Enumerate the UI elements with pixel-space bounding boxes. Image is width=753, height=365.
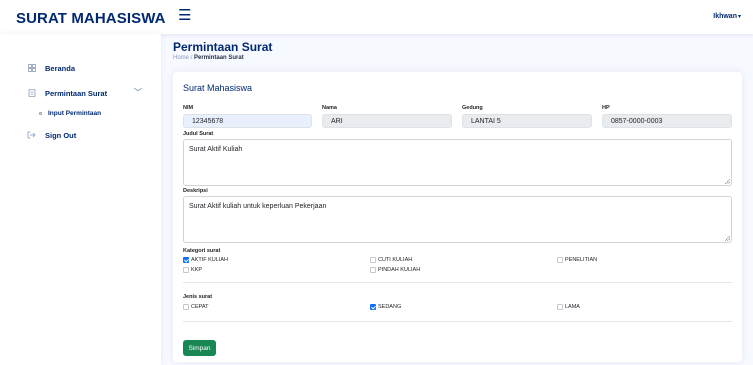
checkbox-box[interactable] (557, 257, 563, 263)
save-button[interactable]: Simpan (183, 340, 216, 356)
checkbox-label: CEPAT (191, 304, 209, 310)
sign-out-icon (27, 131, 36, 140)
checkbox-label: PENELITIAN (565, 257, 598, 263)
caret-down-icon: ▾ (737, 14, 741, 20)
checkbox-label: CUTI KULIAH (378, 257, 413, 263)
checkbox-box[interactable] (370, 267, 376, 273)
judul-value: Surat Aktif Kuliah (189, 146, 243, 153)
sidebar-item-label: Sign Out (45, 130, 77, 140)
checkbox-box[interactable] (370, 257, 376, 263)
deskripsi-label: Deskripsi (183, 188, 208, 194)
checkbox-box[interactable] (370, 304, 376, 310)
sidebar-item-label: Input Permintaan (48, 109, 102, 117)
kategori-label: Kategori surat (183, 248, 221, 254)
hp-field[interactable]: 0857-0000-0003 (602, 114, 732, 128)
breadcrumb-current: Permintaan Surat (194, 55, 244, 61)
nim-field[interactable]: 12345678 (183, 114, 312, 128)
card-title: Surat Mahasiswa (183, 83, 253, 93)
nama-field[interactable]: ARI (322, 114, 452, 128)
kategori-penelitian-checkbox[interactable]: PENELITIAN (557, 257, 597, 263)
kategori-kkp-checkbox[interactable]: KKP (183, 267, 202, 273)
breadcrumb-separator: / (190, 55, 193, 61)
kategori-aktif-kuliah-checkbox[interactable]: AKTIF KULIAH (183, 257, 228, 263)
checkbox-label: PINDAH KULIAH (378, 267, 421, 273)
page-title: Permintaan Surat (173, 40, 273, 54)
kategori-pindah-kuliah-checkbox[interactable]: PINDAH KULIAH (370, 267, 420, 273)
checkbox-label: KKP (191, 267, 203, 273)
gedung-field[interactable]: LANTAI 5 (462, 114, 592, 128)
jenis-sedang-checkbox[interactable]: SEDANG (370, 304, 401, 310)
divider (183, 282, 732, 283)
resize-grip-icon[interactable] (725, 236, 730, 241)
document-icon (27, 89, 36, 98)
app-logo[interactable]: SURAT MAHASISWA (16, 10, 166, 27)
checkbox-label: LAMA (565, 304, 580, 310)
checkbox-box[interactable] (183, 257, 189, 263)
jenis-lama-checkbox[interactable]: LAMA (557, 304, 580, 310)
judul-label: Judul Surat (183, 131, 214, 137)
page-title-block: Permintaan Surat Home / Permintaan Surat (173, 40, 272, 61)
kategori-cuti-kuliah-checkbox[interactable]: CUTI KULIAH (370, 257, 412, 263)
jenis-cepat-checkbox[interactable]: CEPAT (183, 304, 209, 310)
sidebar-item-input-permintaan[interactable]: Input Permintaan (10, 103, 152, 123)
form-card: Surat Mahasiswa NIM 12345678 Nama ARI Ge… (173, 72, 742, 362)
user-menu[interactable]: Ikhwan▾ (713, 13, 741, 20)
checkbox-box[interactable] (557, 304, 563, 310)
deskripsi-textarea[interactable]: Surat Aktif kuliah untuk keperluan Peker… (183, 196, 732, 243)
deskripsi-value: Surat Aktif kuliah untuk keperluan Peker… (189, 203, 327, 210)
hp-label: HP (602, 105, 610, 111)
checkbox-box[interactable] (183, 304, 189, 310)
nama-label: Nama (322, 105, 337, 111)
chevron-down-icon: ﹀ (134, 88, 142, 97)
sidebar-item-beranda[interactable]: Beranda (10, 58, 152, 78)
checkbox-label: SEDANG (378, 304, 402, 310)
checkbox-box[interactable] (183, 267, 189, 273)
sidebar-item-sign-out[interactable]: Sign Out (10, 125, 152, 145)
nim-label: NIM (183, 105, 194, 111)
jenis-label: Jenis surat (183, 294, 213, 300)
circle-icon (39, 111, 42, 115)
divider (183, 321, 732, 322)
sidebar-item-permintaan-surat[interactable]: Permintaan Surat ﹀ (10, 83, 152, 103)
sidebar: Beranda Permintaan Surat ﹀ Input Permint… (0, 34, 161, 365)
hamburger-icon[interactable]: ☰ (178, 8, 191, 23)
sidebar-item-label: Permintaan Surat (45, 88, 108, 98)
resize-grip-icon[interactable] (725, 179, 730, 184)
judul-textarea[interactable]: Surat Aktif Kuliah (183, 139, 732, 186)
sidebar-item-label: Beranda (45, 63, 76, 73)
user-name: Ikhwan (713, 13, 737, 20)
grid-icon (27, 64, 36, 73)
breadcrumb-home[interactable]: Home (173, 55, 189, 61)
breadcrumb: Home / Permintaan Surat (173, 55, 272, 61)
gedung-label: Gedung (462, 105, 483, 111)
top-header: SURAT MAHASISWA ☰ Ikhwan▾ (0, 0, 753, 34)
checkbox-label: AKTIF KULIAH (191, 257, 228, 263)
